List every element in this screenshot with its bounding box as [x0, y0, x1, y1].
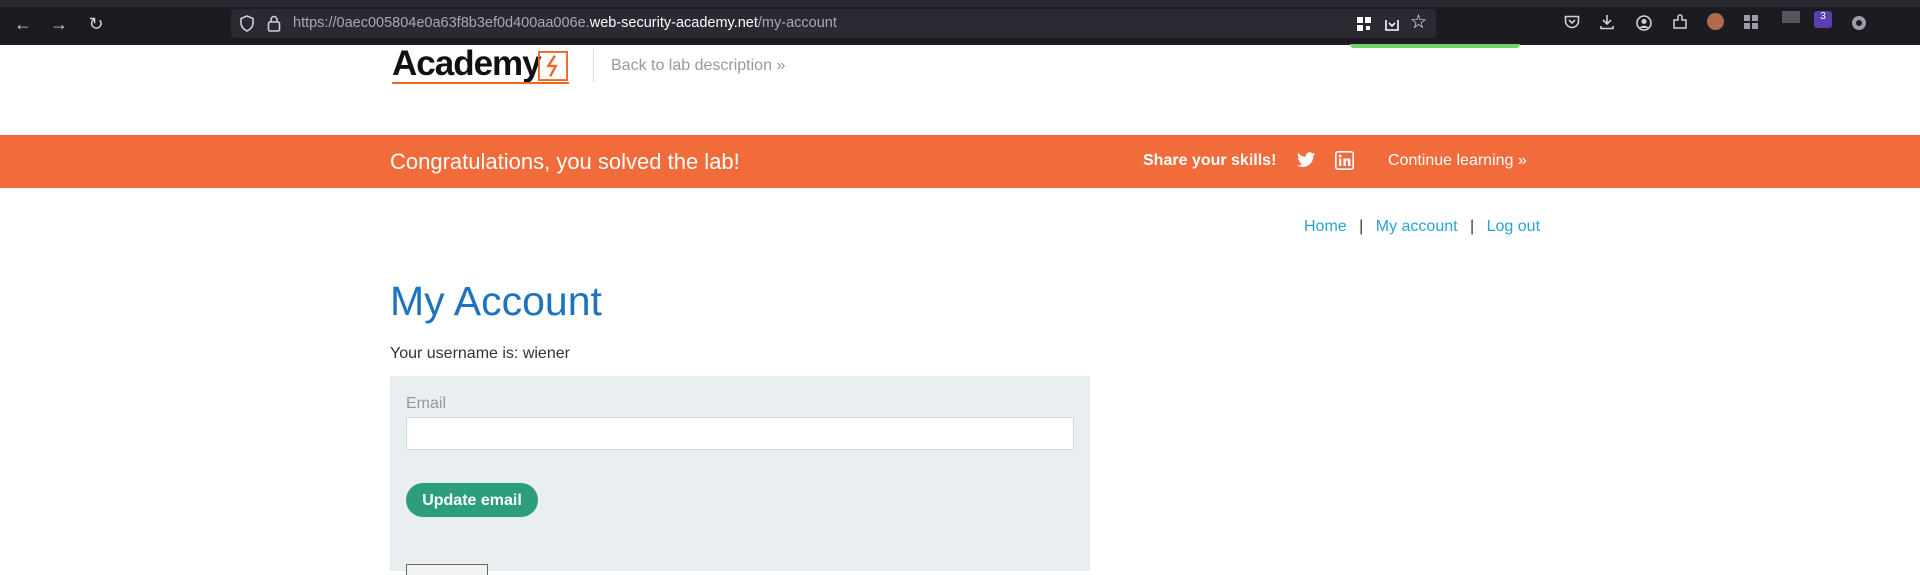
pocket-icon[interactable]	[1564, 15, 1580, 30]
nav-separator: |	[1470, 218, 1475, 235]
twitter-icon[interactable]	[1297, 152, 1316, 168]
share-skills-label: Share your skills!	[1143, 152, 1277, 169]
lock-icon[interactable]	[267, 15, 281, 32]
back-link-label: Back to lab description	[611, 57, 772, 74]
tab-strip	[0, 0, 1920, 7]
nav-home-link[interactable]: Home	[1304, 218, 1347, 235]
back-arrow-icon[interactable]: ←	[12, 13, 34, 35]
email-label: Email	[406, 395, 447, 412]
download-icon[interactable]	[1599, 14, 1615, 30]
grid-extension-icon[interactable]	[1744, 15, 1759, 30]
lab-status-indicator	[1350, 44, 1520, 48]
url-domain: web-security-academy.net	[589, 15, 758, 31]
bookmark-star-icon[interactable]: ☆	[1410, 11, 1427, 34]
chevron-right-icon: »	[776, 57, 786, 74]
chevron-right-icon: »	[1517, 152, 1527, 169]
secondary-button[interactable]	[406, 564, 488, 575]
congratulations-message: Congratulations, you solved the lab!	[390, 149, 740, 174]
url-path: /my-account	[757, 15, 837, 31]
reload-icon[interactable]: ↻	[85, 13, 107, 35]
shield-icon[interactable]	[239, 15, 255, 32]
nav-log-out-link[interactable]: Log out	[1487, 218, 1540, 235]
account-nav: Home | My account | Log out	[1304, 218, 1540, 236]
nav-separator: |	[1359, 218, 1364, 235]
profile-badge-icon[interactable]: 3	[1814, 11, 1832, 28]
url-prefix: https://0aec005804e0a63f8b3ef0d400aa006e…	[293, 15, 590, 31]
continue-learning-label: Continue learning	[1388, 152, 1514, 169]
continue-learning-link[interactable]: Continue learning »	[1388, 152, 1527, 170]
update-email-button[interactable]: Update email	[406, 483, 538, 517]
academy-logo-mark-icon	[538, 51, 568, 81]
update-email-form	[390, 376, 1090, 571]
extensions-icon[interactable]	[1672, 14, 1688, 30]
linkedin-icon[interactable]	[1335, 151, 1354, 170]
url-text[interactable]: https://0aec005804e0a63f8b3ef0d400aa006e…	[293, 15, 837, 31]
avatar-extension-icon[interactable]	[1707, 13, 1724, 30]
header-divider	[593, 49, 594, 82]
solved-banner: Congratulations, you solved the lab! Sha…	[0, 135, 1920, 188]
email-input[interactable]	[406, 417, 1074, 450]
page-title: My Account	[390, 278, 602, 324]
back-to-lab-description-link[interactable]: Back to lab description »	[611, 57, 785, 75]
username-text: Your username is: wiener	[390, 345, 570, 362]
nav-my-account-link[interactable]: My account	[1376, 218, 1458, 235]
academy-logo[interactable]: Academy	[392, 44, 542, 84]
qr-code-icon[interactable]	[1357, 17, 1371, 31]
address-bar[interactable]: https://0aec005804e0a63f8b3ef0d400aa006e…	[231, 9, 1436, 38]
account-icon[interactable]	[1636, 15, 1652, 31]
forward-arrow-icon[interactable]: →	[48, 13, 70, 35]
settings-extension-icon[interactable]	[1851, 15, 1867, 31]
off-extension-icon[interactable]	[1782, 11, 1800, 23]
browser-toolbar: ← → ↻ https://0aec005804e0a63f8b3ef0d400…	[0, 0, 1920, 45]
page-action-icon[interactable]	[1384, 16, 1400, 32]
logo-underline	[392, 82, 569, 84]
